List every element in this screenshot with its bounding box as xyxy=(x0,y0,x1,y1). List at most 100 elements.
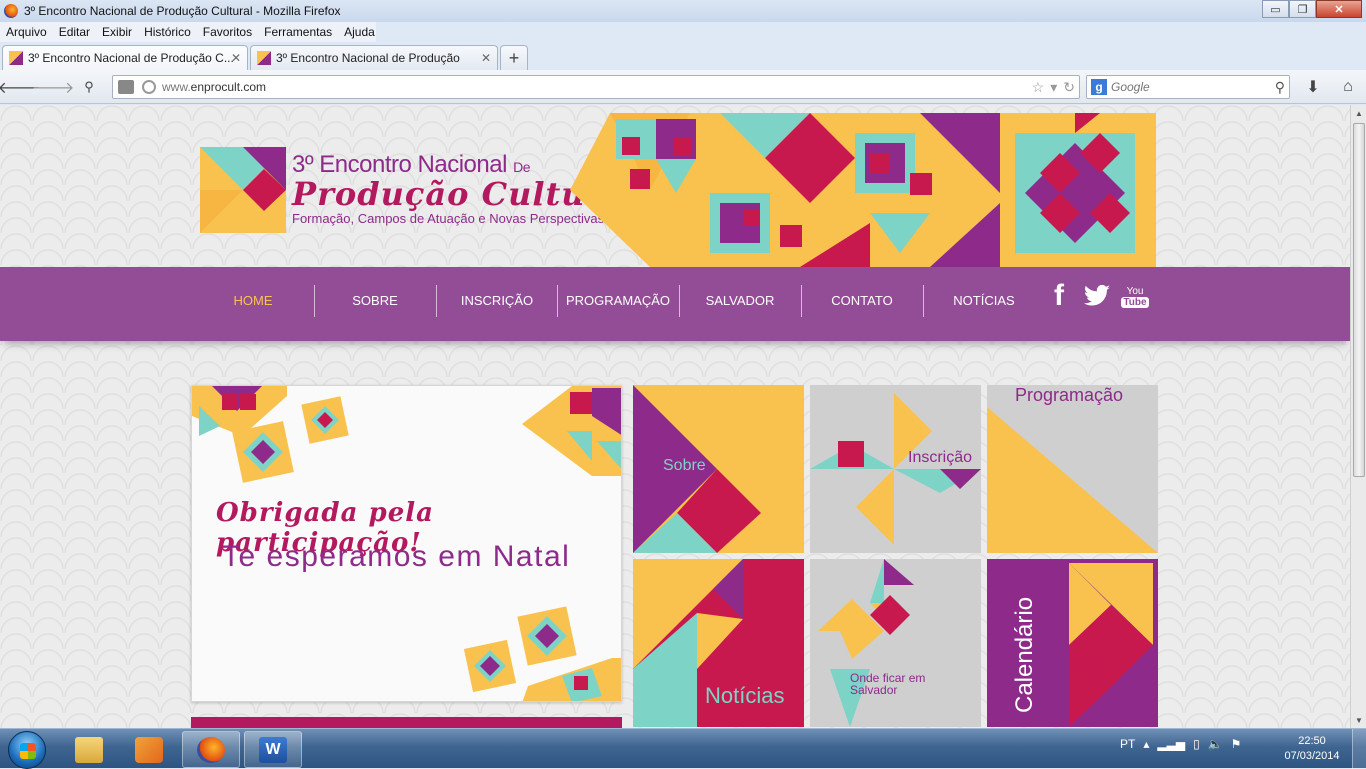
tile-programacao-label: Programação xyxy=(1015,385,1124,405)
windows-taskbar: W PT ▴ ▂▃▅ ▯ 🔈 ⚑ 22:50 07/03/2014 xyxy=(0,728,1366,769)
tab-label: 3º Encontro Nacional de Produção xyxy=(276,51,460,65)
menu-bar-filler xyxy=(376,22,1366,42)
volume-icon[interactable]: 🔈 xyxy=(1208,737,1223,751)
home-icon[interactable]: ⌂ xyxy=(1337,77,1359,97)
main-navigation: HOME SOBRE INSCRIÇÃO PROGRAMAÇÃO SALVADO… xyxy=(0,267,1350,341)
close-button[interactable]: ✕ xyxy=(1316,0,1362,18)
signal-icon[interactable]: ▂▃▅ xyxy=(1157,737,1185,751)
menu-editar[interactable]: Editar xyxy=(53,25,96,39)
reload-icon[interactable]: ↻ xyxy=(1063,79,1075,96)
tile-onde-ficar[interactable]: Onde ficar em Salvador xyxy=(810,559,981,727)
youtube-tube: Tube xyxy=(1121,297,1149,308)
scroll-thumb[interactable] xyxy=(1353,123,1365,477)
tray-expand-icon[interactable]: ▴ xyxy=(1143,737,1149,751)
tile-programacao[interactable]: Programação xyxy=(987,385,1158,553)
logo-title-main: 3º Encontro Nacional xyxy=(292,151,507,178)
forward-arrow-icon[interactable]: 🡒 xyxy=(32,77,75,97)
tab-label: 3º Encontro Nacional de Produção C... xyxy=(28,51,234,65)
show-desktop-button[interactable] xyxy=(1352,729,1366,769)
taskbar-firefox[interactable] xyxy=(182,731,240,768)
minimize-button[interactable]: ▭ xyxy=(1262,0,1289,18)
firefox-icon xyxy=(4,4,18,18)
menu-bar: Arquivo Editar Exibir Histórico Favorito… xyxy=(0,22,376,42)
media-player-icon xyxy=(135,736,163,763)
google-engine-icon[interactable]: g xyxy=(1091,79,1107,95)
tab-close-icon[interactable]: ✕ xyxy=(481,51,491,65)
menu-arquivo[interactable]: Arquivo xyxy=(0,25,53,39)
flag-icon[interactable]: ⚑ xyxy=(1231,737,1242,751)
tile-calendario[interactable]: Calendário xyxy=(987,559,1158,727)
new-tab-button[interactable]: + xyxy=(500,45,528,70)
tile-calendario-label: Calendário xyxy=(1011,596,1038,713)
site-favicon xyxy=(257,51,271,65)
nav-salvador[interactable]: SALVADOR xyxy=(679,293,801,308)
navigation-toolbar: 🡐 🡒 ⚲ www.enprocult.com ☆ ▾ ↻ g ⚲ ⬇ ⌂ xyxy=(0,70,1366,104)
slide-subheadline: Te esperamos em Natal xyxy=(222,540,571,573)
logo-mark-icon xyxy=(200,147,286,233)
globe-icon xyxy=(142,80,156,94)
tab-enprocult-2[interactable]: 3º Encontro Nacional de Produção ✕ xyxy=(250,45,498,70)
menu-favoritos[interactable]: Favoritos xyxy=(197,25,258,39)
tile-inscricao[interactable]: Inscrição xyxy=(810,385,981,553)
tile-noticias-label: Notícias xyxy=(705,683,785,708)
search-icon[interactable]: ⚲ xyxy=(1275,79,1285,96)
window-titlebar: 3º Encontro Nacional de Produção Cultura… xyxy=(0,0,1366,22)
scroll-up-icon[interactable]: ▲ xyxy=(1351,105,1366,121)
menu-historico[interactable]: Histórico xyxy=(138,25,197,39)
menu-ferramentas[interactable]: Ferramentas xyxy=(258,25,338,39)
history-dropdown-icon[interactable]: ▾ xyxy=(1050,79,1057,96)
taskbar-word[interactable]: W xyxy=(244,731,302,768)
logo-tagline: Formação, Campos de Atuação e Novas Pers… xyxy=(292,211,605,226)
window-title: 3º Encontro Nacional de Produção Cultura… xyxy=(24,4,341,18)
url-domain: enprocult.com xyxy=(190,80,267,94)
nav-programacao[interactable]: PROGRAMAÇÃO xyxy=(557,293,679,308)
clock-time: 22:50 xyxy=(1298,735,1326,747)
nav-home[interactable]: HOME xyxy=(192,293,314,308)
slide-caption-bar xyxy=(191,717,622,728)
youtube-you: You xyxy=(1126,286,1144,297)
web-page: 3º Encontro Nacional De Produção Cultura… xyxy=(0,105,1350,728)
nav-inscricao[interactable]: INSCRIÇÃO xyxy=(436,293,558,308)
tab-close-icon[interactable]: ✕ xyxy=(231,51,241,65)
slideshow-banner[interactable]: Obrigada pela participação! Te esperamos… xyxy=(191,385,622,702)
site-identity-icon[interactable]: ⚲ xyxy=(78,77,100,97)
tile-sobre-label: Sobre xyxy=(663,457,706,474)
youtube-icon[interactable]: You Tube xyxy=(1121,281,1149,313)
device-icon[interactable]: ▯ xyxy=(1193,737,1200,751)
search-bar[interactable]: g ⚲ xyxy=(1086,75,1290,99)
url-prefix: www. xyxy=(162,80,191,94)
system-tray: PT ▴ ▂▃▅ ▯ 🔈 ⚑ xyxy=(1120,737,1241,751)
clock-date: 07/03/2014 xyxy=(1284,750,1340,762)
tile-sobre[interactable]: Sobre xyxy=(633,385,804,553)
site-favicon xyxy=(9,51,23,65)
search-input[interactable] xyxy=(1111,80,1261,94)
taskbar-explorer[interactable] xyxy=(60,731,118,768)
nav-sobre[interactable]: SOBRE xyxy=(314,293,436,308)
tile-inscricao-label: Inscrição xyxy=(908,449,973,466)
url-actions: ☆ ▾ ↻ xyxy=(1032,79,1075,96)
explorer-icon xyxy=(75,736,103,763)
menu-exibir[interactable]: Exibir xyxy=(96,25,138,39)
firefox-icon xyxy=(197,736,225,763)
page-scrollbar[interactable]: ▲ ▼ xyxy=(1350,105,1366,728)
url-text: www.enprocult.com xyxy=(162,80,266,94)
twitter-icon[interactable] xyxy=(1083,281,1111,311)
maximize-button[interactable]: ❐ xyxy=(1289,0,1316,18)
download-icon[interactable]: ⬇ xyxy=(1302,77,1324,97)
clock[interactable]: 22:50 07/03/2014 xyxy=(1282,734,1342,764)
tile-noticias[interactable]: Notícias xyxy=(633,559,804,727)
menu-ajuda[interactable]: Ajuda xyxy=(338,25,381,39)
nav-noticias[interactable]: NOTÍCIAS xyxy=(923,293,1045,308)
address-bar[interactable]: www.enprocult.com ☆ ▾ ↻ xyxy=(112,75,1080,99)
bookmark-star-icon[interactable]: ☆ xyxy=(1032,79,1045,96)
back-arrow-icon[interactable]: 🡐 xyxy=(0,77,40,97)
tab-enprocult-1[interactable]: 3º Encontro Nacional de Produção C... ✕ xyxy=(2,45,248,70)
page-icon xyxy=(118,80,134,94)
facebook-icon[interactable]: f xyxy=(1048,279,1070,312)
language-indicator[interactable]: PT xyxy=(1120,737,1135,751)
taskbar-media-player[interactable] xyxy=(120,731,178,768)
word-icon: W xyxy=(259,736,287,763)
nav-contato[interactable]: CONTATO xyxy=(801,293,923,308)
start-button[interactable] xyxy=(8,731,46,769)
scroll-down-icon[interactable]: ▼ xyxy=(1351,712,1366,728)
